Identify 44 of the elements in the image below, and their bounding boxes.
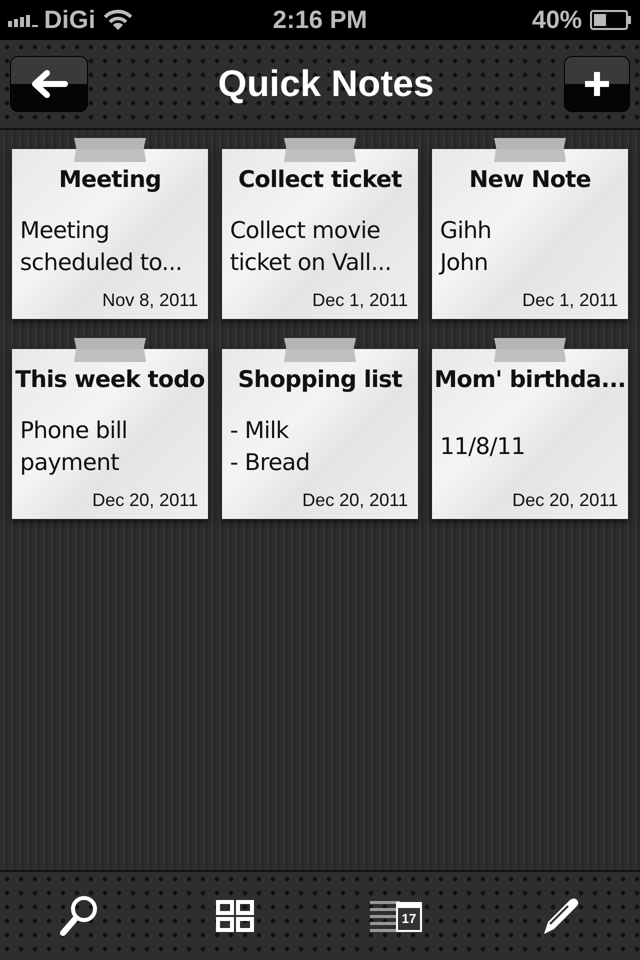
note-text: - Milk - Bread [230, 416, 310, 478]
battery-icon [590, 10, 632, 30]
grid-icon [216, 900, 254, 932]
note-date: Dec 20, 2011 [92, 490, 198, 511]
note-title: Shopping list [238, 367, 402, 393]
tape-strip [284, 338, 356, 362]
tape-strip [284, 138, 356, 162]
add-button[interactable] [564, 56, 630, 112]
tape-strip [494, 338, 566, 362]
clock-time: 2:16 PM [272, 6, 368, 34]
note-card[interactable]: Meeting Meeting scheduled to... Nov 8, 2011 [12, 149, 208, 319]
note-title: Collect ticket [238, 167, 402, 193]
note-text: Phone bill payment [20, 416, 128, 478]
left-arrow-icon [29, 69, 69, 99]
note-date: Dec 1, 2011 [312, 290, 408, 311]
note-date: Dec 20, 2011 [512, 490, 618, 511]
plus-icon [583, 70, 611, 98]
calendar-button[interactable]: 17 [364, 894, 428, 938]
note-text: Collect movie ticket on Vall... [230, 216, 392, 278]
note-text: 11/8/11 [440, 432, 526, 462]
note-title: New Note [469, 167, 591, 193]
note-text: Gihh John [440, 216, 492, 278]
back-button[interactable] [10, 56, 88, 112]
tape-strip [74, 338, 146, 362]
tape-strip [494, 138, 566, 162]
note-date: Dec 20, 2011 [302, 490, 408, 511]
carrier-name: DiGi [44, 6, 96, 34]
note-text: Meeting scheduled to... [20, 216, 182, 278]
note-card[interactable]: This week todo Phone bill payment Dec 20, 2011 [12, 349, 208, 519]
note-card[interactable]: Collect ticket Collect movie ticket on Vall... Dec 1, 2011 [222, 149, 418, 319]
note-card[interactable]: New Note Gihh John Dec 1, 2011 [432, 149, 628, 319]
battery-percent: 40% [532, 6, 582, 34]
note-card[interactable]: Shopping list - Milk - Bread Dec 20, 2011 [222, 349, 418, 519]
search-icon [58, 893, 100, 939]
note-date: Dec 1, 2011 [522, 290, 618, 311]
note-card[interactable]: Mom' birthda... 11/8/11 Dec 20, 2011 [432, 349, 628, 519]
screen-title: Quick Notes [218, 63, 434, 105]
wifi-icon [103, 9, 134, 31]
signal-icon [8, 13, 40, 27]
note-date: Nov 8, 2011 [102, 290, 198, 311]
tape-strip [74, 138, 146, 162]
note-title: Meeting [58, 167, 162, 193]
note-title: This week todo [15, 367, 205, 393]
note-title: Mom' birthda... [434, 367, 626, 393]
